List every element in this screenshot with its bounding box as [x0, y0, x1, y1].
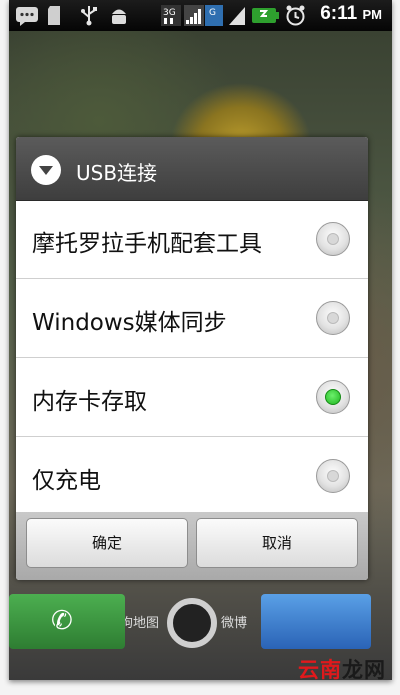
phone-icon: ✆	[51, 606, 73, 636]
option-label: 仅充电	[32, 468, 101, 494]
option-charge-only[interactable]: 仅充电	[16, 437, 368, 515]
dialer-dock-button: ✆	[9, 594, 125, 649]
sd-card-icon	[48, 6, 60, 25]
option-label: Windows媒体同步	[32, 310, 227, 336]
dialog-title: USB连接	[76, 161, 158, 185]
browser-dock-button	[261, 594, 371, 649]
ok-button[interactable]: 确定	[26, 518, 188, 568]
option-label: 摩托罗拉手机配套工具	[32, 231, 262, 257]
watermark-logo: 云南龙网	[298, 658, 386, 682]
option-label: 内存卡存取	[32, 389, 147, 415]
android-debug-icon	[112, 9, 126, 24]
status-bar: 3G G 6:11 PM	[9, 0, 392, 31]
usb-icon	[81, 6, 97, 26]
message-icon	[16, 7, 38, 26]
svg-text:3G: 3G	[163, 8, 176, 18]
svg-text:G: G	[209, 8, 216, 18]
dialog-title-bar: USB连接	[16, 137, 368, 201]
g-network-icon: G	[205, 5, 223, 26]
option-motorola-tools[interactable]: 摩托罗拉手机配套工具	[16, 200, 368, 279]
radio-button[interactable]	[316, 459, 350, 493]
usb-connection-dialog: USB连接 摩托罗拉手机配套工具 Windows媒体同步 内存卡存取 仅充电 确…	[16, 137, 368, 580]
option-windows-media-sync[interactable]: Windows媒体同步	[16, 279, 368, 358]
launcher-home-button	[167, 598, 217, 648]
status-clock: 6:11 PM	[320, 3, 382, 24]
alarm-clock-icon	[286, 5, 305, 26]
radio-button-selected[interactable]	[316, 380, 350, 414]
battery-charging-icon	[252, 8, 279, 23]
cancel-button[interactable]: 取消	[196, 518, 358, 568]
dropdown-arrow-icon	[31, 155, 61, 185]
dialog-button-bar: 确定 取消	[16, 512, 368, 580]
radio-button[interactable]	[316, 222, 350, 256]
signal-bars-icon	[229, 7, 245, 25]
app-label-weibo: 微博	[221, 616, 248, 631]
radio-button[interactable]	[316, 301, 350, 335]
signal-strength-icon	[184, 5, 204, 26]
option-memory-card-access[interactable]: 内存卡存取	[16, 358, 368, 437]
3g-network-icon: 3G	[161, 5, 181, 26]
